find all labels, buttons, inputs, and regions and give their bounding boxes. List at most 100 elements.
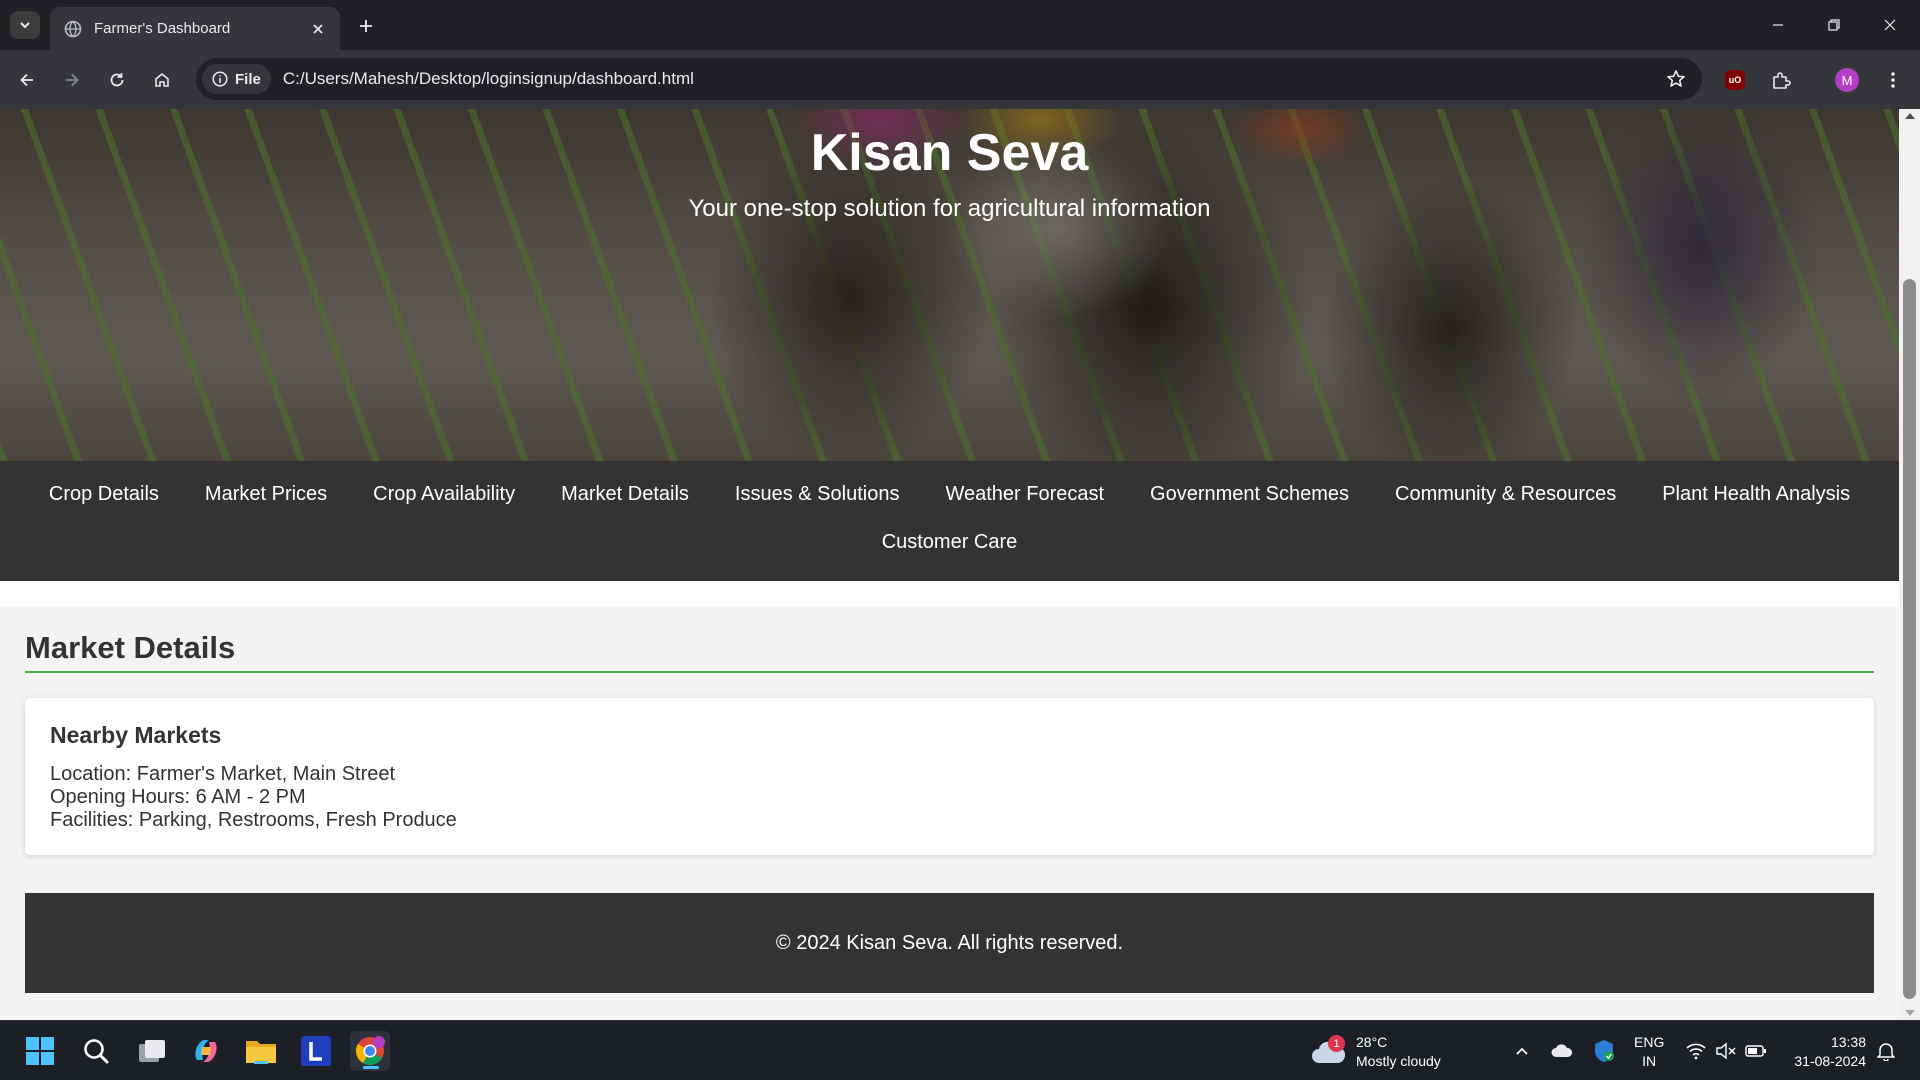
scroll-down-arrow-icon[interactable] — [1905, 1010, 1915, 1016]
avatar: M — [1835, 68, 1859, 92]
chevron-up-icon — [1516, 1047, 1528, 1055]
nav-link-market-prices[interactable]: Market Prices — [205, 482, 327, 507]
notifications-button[interactable] — [1874, 1039, 1898, 1063]
nav-link-market-details[interactable]: Market Details — [561, 482, 689, 507]
market-details-section: Market Details Nearby Markets Location: … — [0, 607, 1899, 1020]
minimize-button[interactable] — [1750, 0, 1806, 50]
home-button[interactable] — [146, 64, 178, 96]
weather-temperature: 28°C — [1356, 1034, 1388, 1050]
main-navigation: Crop Details Market Prices Crop Availabili… — [0, 461, 1899, 581]
taskbar-search-button[interactable] — [76, 1031, 116, 1071]
volume-tray-button[interactable] — [1714, 1039, 1738, 1063]
language-line-1: ENG — [1634, 1034, 1665, 1050]
onedrive-tray-button[interactable] — [1550, 1039, 1574, 1063]
home-icon — [155, 72, 169, 87]
start-button[interactable] — [20, 1031, 60, 1071]
url-text[interactable]: C:/Users/Mahesh/Desktop/loginsignup/dash… — [283, 69, 1660, 89]
nearby-markets-card: Nearby Markets Location: Farmer's Market… — [25, 698, 1874, 855]
weather-alert-badge: 1 — [1328, 1035, 1345, 1052]
tab-title: Farmer's Dashboard — [94, 20, 231, 37]
nav-link-weather-forecast[interactable]: Weather Forecast — [945, 482, 1104, 507]
close-icon — [1884, 19, 1896, 31]
taskbar-clock[interactable]: 13:38 31-08-2024 — [1782, 1033, 1866, 1071]
nav-link-customer-care[interactable]: Customer Care — [882, 530, 1018, 555]
reload-button[interactable] — [101, 64, 133, 96]
language-indicator[interactable]: ENG IN — [1634, 1033, 1664, 1071]
wifi-tray-button[interactable] — [1684, 1039, 1708, 1063]
puzzle-icon — [1773, 72, 1791, 89]
site-info-chip[interactable]: File — [202, 64, 271, 94]
tab-close-button[interactable] — [306, 17, 330, 41]
restore-icon — [1828, 19, 1840, 31]
bookmark-button[interactable] — [1660, 63, 1692, 95]
address-bar[interactable]: File C:/Users/Mahesh/Desktop/loginsignup… — [196, 58, 1702, 100]
show-hidden-icons-button[interactable] — [1510, 1039, 1534, 1063]
arrow-left-icon — [20, 73, 33, 87]
l-app-icon — [301, 1036, 331, 1066]
nav-link-community-resources[interactable]: Community & Resources — [1395, 482, 1616, 507]
wifi-icon — [1686, 1043, 1706, 1060]
page-footer: © 2024 Kisan Seva. All rights reserved. — [25, 893, 1874, 993]
star-icon — [1667, 70, 1685, 87]
nav-link-crop-details[interactable]: Crop Details — [49, 482, 159, 507]
copilot-button[interactable] — [186, 1031, 226, 1071]
file-explorer-button[interactable] — [241, 1031, 281, 1071]
back-button[interactable] — [11, 64, 43, 96]
file-chip-label: File — [235, 70, 261, 88]
info-icon — [212, 71, 228, 87]
active-app-indicator — [363, 1066, 379, 1069]
globe-icon — [64, 20, 82, 37]
volume-muted-icon — [1716, 1042, 1736, 1060]
copilot-icon — [195, 1040, 217, 1062]
onedrive-cloud-icon — [1551, 1044, 1573, 1057]
security-tray-button[interactable] — [1592, 1039, 1616, 1063]
browser-menu-button[interactable] — [1877, 64, 1909, 96]
hero-banner: Kisan Seva Your one-stop solution for ag… — [0, 109, 1899, 461]
scrollbar-thumb[interactable] — [1903, 279, 1916, 999]
l-app-button[interactable] — [296, 1031, 336, 1071]
section-title: Market Details — [25, 630, 236, 665]
profile-button[interactable]: M — [1831, 64, 1863, 96]
windows-start-icon — [26, 1037, 54, 1065]
nav-link-government-schemes[interactable]: Government Schemes — [1150, 482, 1349, 507]
scroll-up-arrow-icon[interactable] — [1905, 113, 1915, 119]
clock-time: 13:38 — [1830, 1034, 1866, 1050]
folder-icon — [246, 1041, 276, 1064]
bell-icon — [1877, 1043, 1895, 1061]
close-icon — [313, 23, 323, 34]
minimize-icon — [1773, 24, 1783, 26]
browser-tab-active[interactable]: Farmer's Dashboard — [50, 7, 340, 50]
battery-icon — [1745, 1045, 1766, 1057]
browser-toolbar: File C:/Users/Mahesh/Desktop/loginsignup… — [0, 50, 1920, 109]
chrome-icon — [356, 1036, 385, 1065]
chrome-taskbar-button[interactable] — [350, 1031, 390, 1071]
reload-icon — [110, 73, 124, 87]
chevron-down-icon — [20, 22, 30, 29]
page-scrollbar[interactable] — [1899, 109, 1920, 1020]
restore-button[interactable] — [1806, 0, 1862, 50]
ublock-icon: uO — [1725, 70, 1745, 90]
kebab-menu-icon — [1891, 72, 1895, 88]
tab-search-button[interactable] — [10, 11, 40, 39]
plus-icon — [360, 20, 372, 32]
extensions-button[interactable] — [1765, 64, 1797, 96]
weather-widget[interactable]: 1 28°C Mostly cloudy — [1310, 1031, 1441, 1073]
task-view-button[interactable] — [132, 1031, 172, 1071]
battery-tray-button[interactable] — [1744, 1039, 1768, 1063]
site-subtitle: Your one-stop solution for agricultural … — [688, 195, 1211, 222]
search-icon — [84, 1039, 109, 1064]
new-tab-button[interactable] — [352, 12, 380, 40]
forward-button[interactable] — [56, 64, 88, 96]
close-window-button[interactable] — [1862, 0, 1918, 50]
task-view-icon — [139, 1040, 165, 1062]
section-divider — [25, 671, 1874, 673]
footer-copyright: © 2024 Kisan Seva. All rights reserved. — [775, 931, 1124, 954]
windows-taskbar: 1 28°C Mostly cloudy ENG IN 13:38 31-08-… — [0, 1020, 1920, 1080]
nav-link-crop-availability[interactable]: Crop Availability — [373, 482, 515, 507]
weather-text: 28°C Mostly cloudy — [1356, 1033, 1441, 1071]
ublock-extension-button[interactable]: uO — [1719, 64, 1751, 96]
nav-link-plant-health-analysis[interactable]: Plant Health Analysis — [1662, 482, 1850, 507]
nav-link-issues-solutions[interactable]: Issues & Solutions — [735, 482, 900, 507]
market-facilities: Facilities: Parking, Restrooms, Fresh Pr… — [50, 809, 457, 831]
market-opening-hours: Opening Hours: 6 AM - 2 PM — [50, 786, 306, 808]
